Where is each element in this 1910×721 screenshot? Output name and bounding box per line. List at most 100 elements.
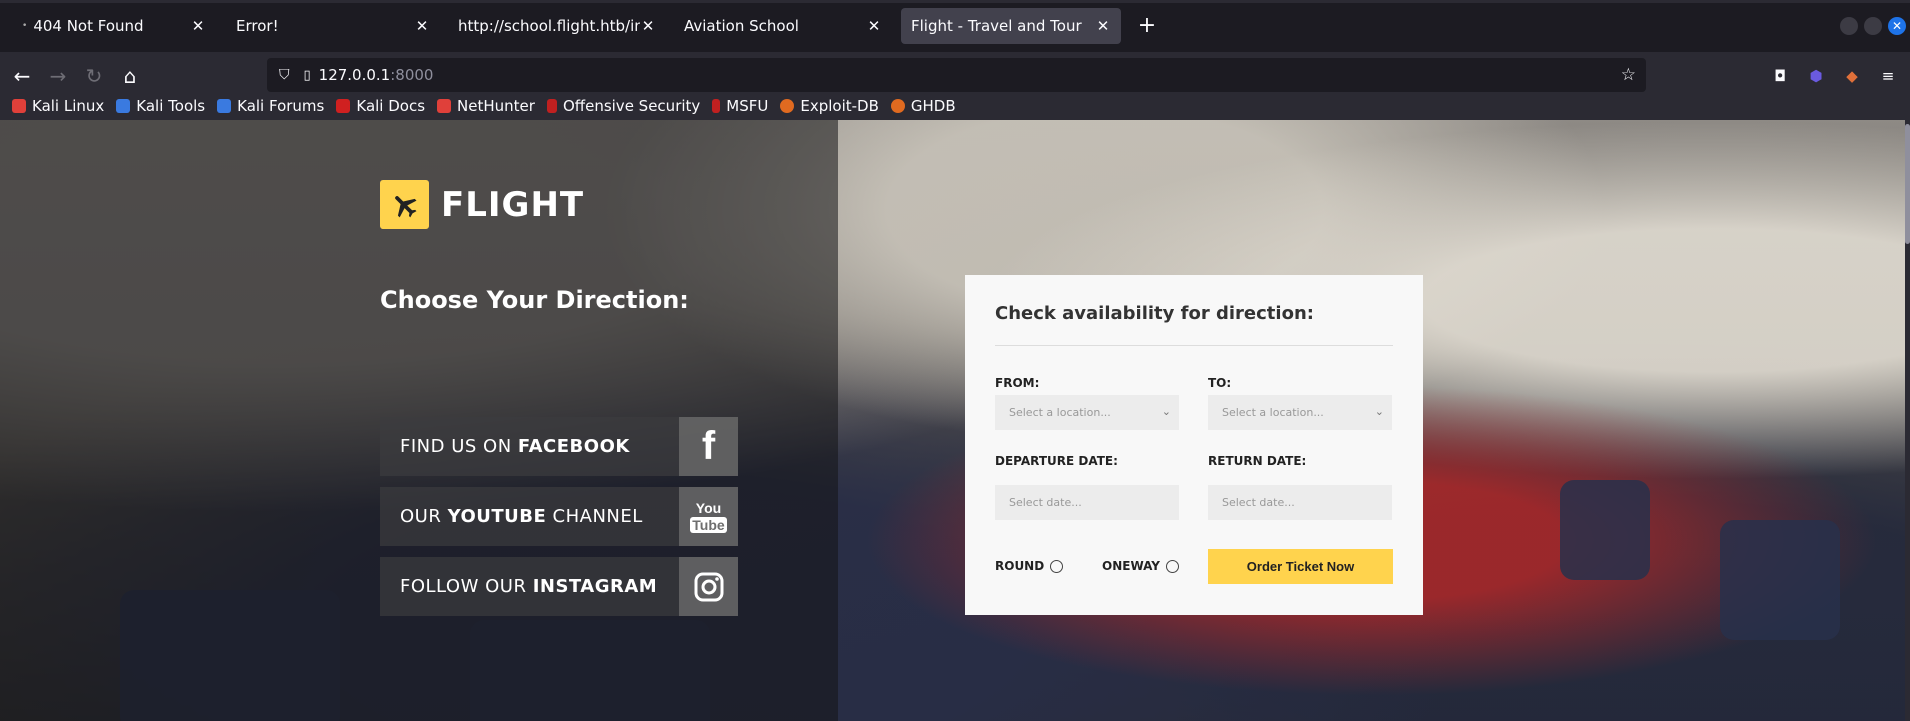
bookmark-label: GHDB	[910, 97, 956, 115]
form-heading: Check availability for direction:	[995, 303, 1314, 324]
to-label: TO:	[1208, 376, 1232, 390]
youtube-icon: You Tube	[679, 487, 738, 546]
bookmark-kali-linux[interactable]: Kali Linux	[12, 97, 104, 115]
bookmark-msfu[interactable]: MSFU	[712, 97, 768, 115]
round-radio[interactable]: ROUND	[995, 559, 1064, 573]
facebook-link-text: FIND US ON FACEBOOK	[400, 436, 679, 457]
form-divider	[995, 345, 1393, 346]
tab-title: Aviation School	[684, 17, 799, 35]
plane-icon	[380, 180, 429, 229]
tab-title: 404 Not Found	[33, 17, 144, 35]
menu-icon[interactable]: ≡	[1878, 66, 1898, 86]
youtube-text-bold: YOUTUBE	[447, 506, 547, 527]
close-icon[interactable]: ✕	[866, 17, 882, 35]
close-icon[interactable]: ✕	[190, 17, 206, 35]
foxyproxy-icon[interactable]: ◆	[1842, 66, 1862, 86]
facebook-link[interactable]: FIND US ON FACEBOOK f	[380, 417, 738, 476]
extension-icon[interactable]: ⬢	[1806, 66, 1826, 86]
tab-title: http://school.flight.htb/index	[458, 17, 640, 35]
bookmark-label: Exploit-DB	[800, 97, 879, 115]
logo-text: FLIGHT	[441, 184, 585, 225]
from-select-placeholder: Select a location...	[1009, 406, 1111, 419]
facebook-text-bold: FACEBOOK	[517, 436, 630, 457]
close-icon[interactable]: ✕	[414, 17, 430, 35]
tab-title: Flight - Travel and Tour	[911, 17, 1082, 35]
bookmark-offensive-security[interactable]: Offensive Security	[546, 97, 701, 115]
instagram-link-text: FOLLOW OUR INSTAGRAM	[400, 576, 679, 597]
return-date-label: RETURN DATE:	[1208, 454, 1307, 468]
round-label: ROUND	[995, 559, 1045, 573]
to-select[interactable]: Select a location... ⌄	[1208, 395, 1392, 430]
exploit-db-icon	[780, 99, 795, 113]
bookmark-kali-docs[interactable]: Kali Docs	[336, 97, 425, 115]
tab-error[interactable]: Error! ✕	[226, 8, 440, 44]
reload-icon[interactable]: ↻	[78, 60, 110, 92]
tab-flight[interactable]: Flight - Travel and Tour ✕	[901, 8, 1121, 44]
close-icon[interactable]: ✕	[640, 17, 656, 35]
facebook-text-pre: FIND US ON	[400, 436, 518, 457]
bookmark-ghdb[interactable]: GHDB	[890, 97, 956, 115]
pocket-icon[interactable]: ◘	[1770, 66, 1790, 86]
tab-strip-border	[0, 0, 1910, 3]
radio-circle-icon[interactable]	[1165, 559, 1179, 573]
availability-form: Check availability for direction: FROM: …	[965, 275, 1423, 615]
youtube-icon-bottom: Tube	[690, 516, 727, 533]
youtube-link[interactable]: OUR YOUTUBE CHANNEL You Tube	[380, 487, 738, 546]
window-close-button[interactable]: ✕	[1888, 17, 1906, 35]
bookmark-star-icon[interactable]: ☆	[1621, 65, 1636, 85]
oneway-label: ONEWAY	[1102, 559, 1160, 573]
youtube-text-post: CHANNEL	[546, 506, 643, 527]
order-ticket-button[interactable]: Order Ticket Now	[1208, 549, 1393, 584]
bookmark-label: Offensive Security	[562, 97, 701, 115]
maximize-button[interactable]	[1864, 17, 1882, 35]
home-icon[interactable]: ⌂	[114, 60, 146, 92]
bookmark-label: NetHunter	[457, 97, 535, 115]
bookmark-label: Kali Tools	[136, 97, 206, 115]
seat-shape	[1720, 520, 1840, 640]
msfu-icon	[712, 99, 721, 113]
oneway-radio[interactable]: ONEWAY	[1102, 559, 1179, 573]
tab-404[interactable]: • 404 Not Found ✕	[12, 8, 216, 44]
url-text: 127.0.0.1:8000	[319, 66, 434, 84]
close-icon[interactable]: ✕	[1095, 17, 1111, 35]
page-info-icon[interactable]: ▯	[304, 68, 311, 83]
minimize-button[interactable]	[1840, 17, 1858, 35]
instagram-text-bold: INSTAGRAM	[532, 576, 658, 597]
departure-date-input[interactable]: Select date...	[995, 485, 1179, 520]
tab-school[interactable]: http://school.flight.htb/index ✕	[448, 8, 666, 44]
shield-icon[interactable]: ⛉	[279, 67, 290, 83]
return-date-placeholder: Select date...	[1222, 496, 1295, 509]
new-tab-button[interactable]: +	[1133, 12, 1161, 40]
kali-docs-icon	[336, 99, 351, 113]
back-arrow-icon[interactable]: ←	[6, 60, 38, 92]
tab-title: Error!	[236, 17, 279, 35]
page-scrollbar[interactable]	[1905, 120, 1910, 721]
forward-arrow-icon[interactable]: →	[42, 60, 74, 92]
kali-forums-icon	[217, 99, 232, 113]
tab-aviation[interactable]: Aviation School ✕	[674, 8, 892, 44]
tab-strip: • 404 Not Found ✕ Error! ✕ http://school…	[0, 0, 1910, 52]
seat-shape	[1560, 480, 1650, 580]
kali-tools-icon	[116, 99, 131, 113]
departure-date-label: DEPARTURE DATE:	[995, 454, 1118, 468]
site-logo[interactable]: FLIGHT	[380, 180, 584, 229]
facebook-icon: f	[679, 417, 738, 476]
address-bar[interactable]: ⛉ ▯ 127.0.0.1:8000 ☆	[267, 58, 1646, 92]
from-select[interactable]: Select a location... ⌄	[995, 395, 1179, 430]
return-date-input[interactable]: Select date...	[1208, 485, 1392, 520]
scrollbar-thumb[interactable]	[1905, 124, 1910, 244]
instagram-link[interactable]: FOLLOW OUR INSTAGRAM	[380, 557, 738, 616]
bookmark-exploit-db[interactable]: Exploit-DB	[780, 97, 879, 115]
bookmark-label: MSFU	[726, 97, 769, 115]
instagram-text-pre: FOLLOW OUR	[400, 576, 533, 597]
instagram-icon	[679, 557, 738, 616]
youtube-link-text: OUR YOUTUBE CHANNEL	[400, 506, 679, 527]
from-label: FROM:	[995, 376, 1040, 390]
bookmark-kali-forums[interactable]: Kali Forums	[217, 97, 324, 115]
url-host: 127.0.0.1	[318, 66, 391, 84]
tab-dot-icon: •	[22, 21, 28, 31]
bookmark-kali-tools[interactable]: Kali Tools	[116, 97, 205, 115]
bookmark-label: Kali Forums	[237, 97, 325, 115]
radio-circle-icon[interactable]	[1050, 559, 1064, 573]
bookmark-nethunter[interactable]: NetHunter	[437, 97, 535, 115]
